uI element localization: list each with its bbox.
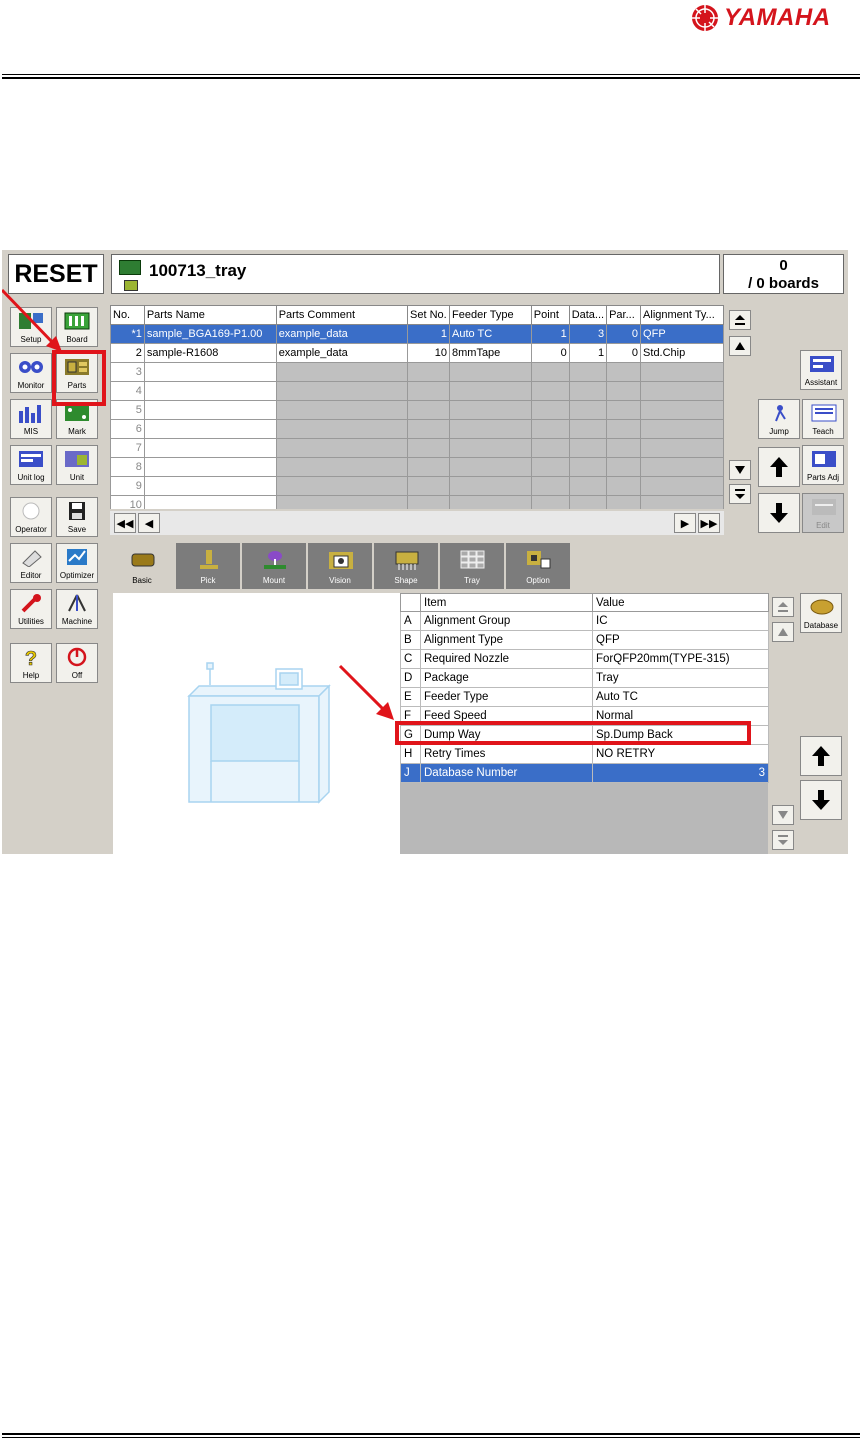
footer-rule-thick [2, 1433, 860, 1435]
header-rule-thick [2, 77, 860, 79]
app-screen: RESET 100713_tray 0 / 0 boards Setup Boa… [2, 250, 848, 854]
annotation-arrows [2, 288, 394, 720]
yamaha-logo: YAMAHA [690, 2, 831, 34]
footer-rule [2, 1437, 860, 1438]
tuning-fork-emblem-icon [692, 5, 718, 31]
dump-way-arrow-icon [338, 664, 386, 712]
parts-arrow-icon [2, 288, 56, 346]
yamaha-wordmark: YAMAHA [724, 4, 831, 31]
header-rule [2, 74, 860, 75]
